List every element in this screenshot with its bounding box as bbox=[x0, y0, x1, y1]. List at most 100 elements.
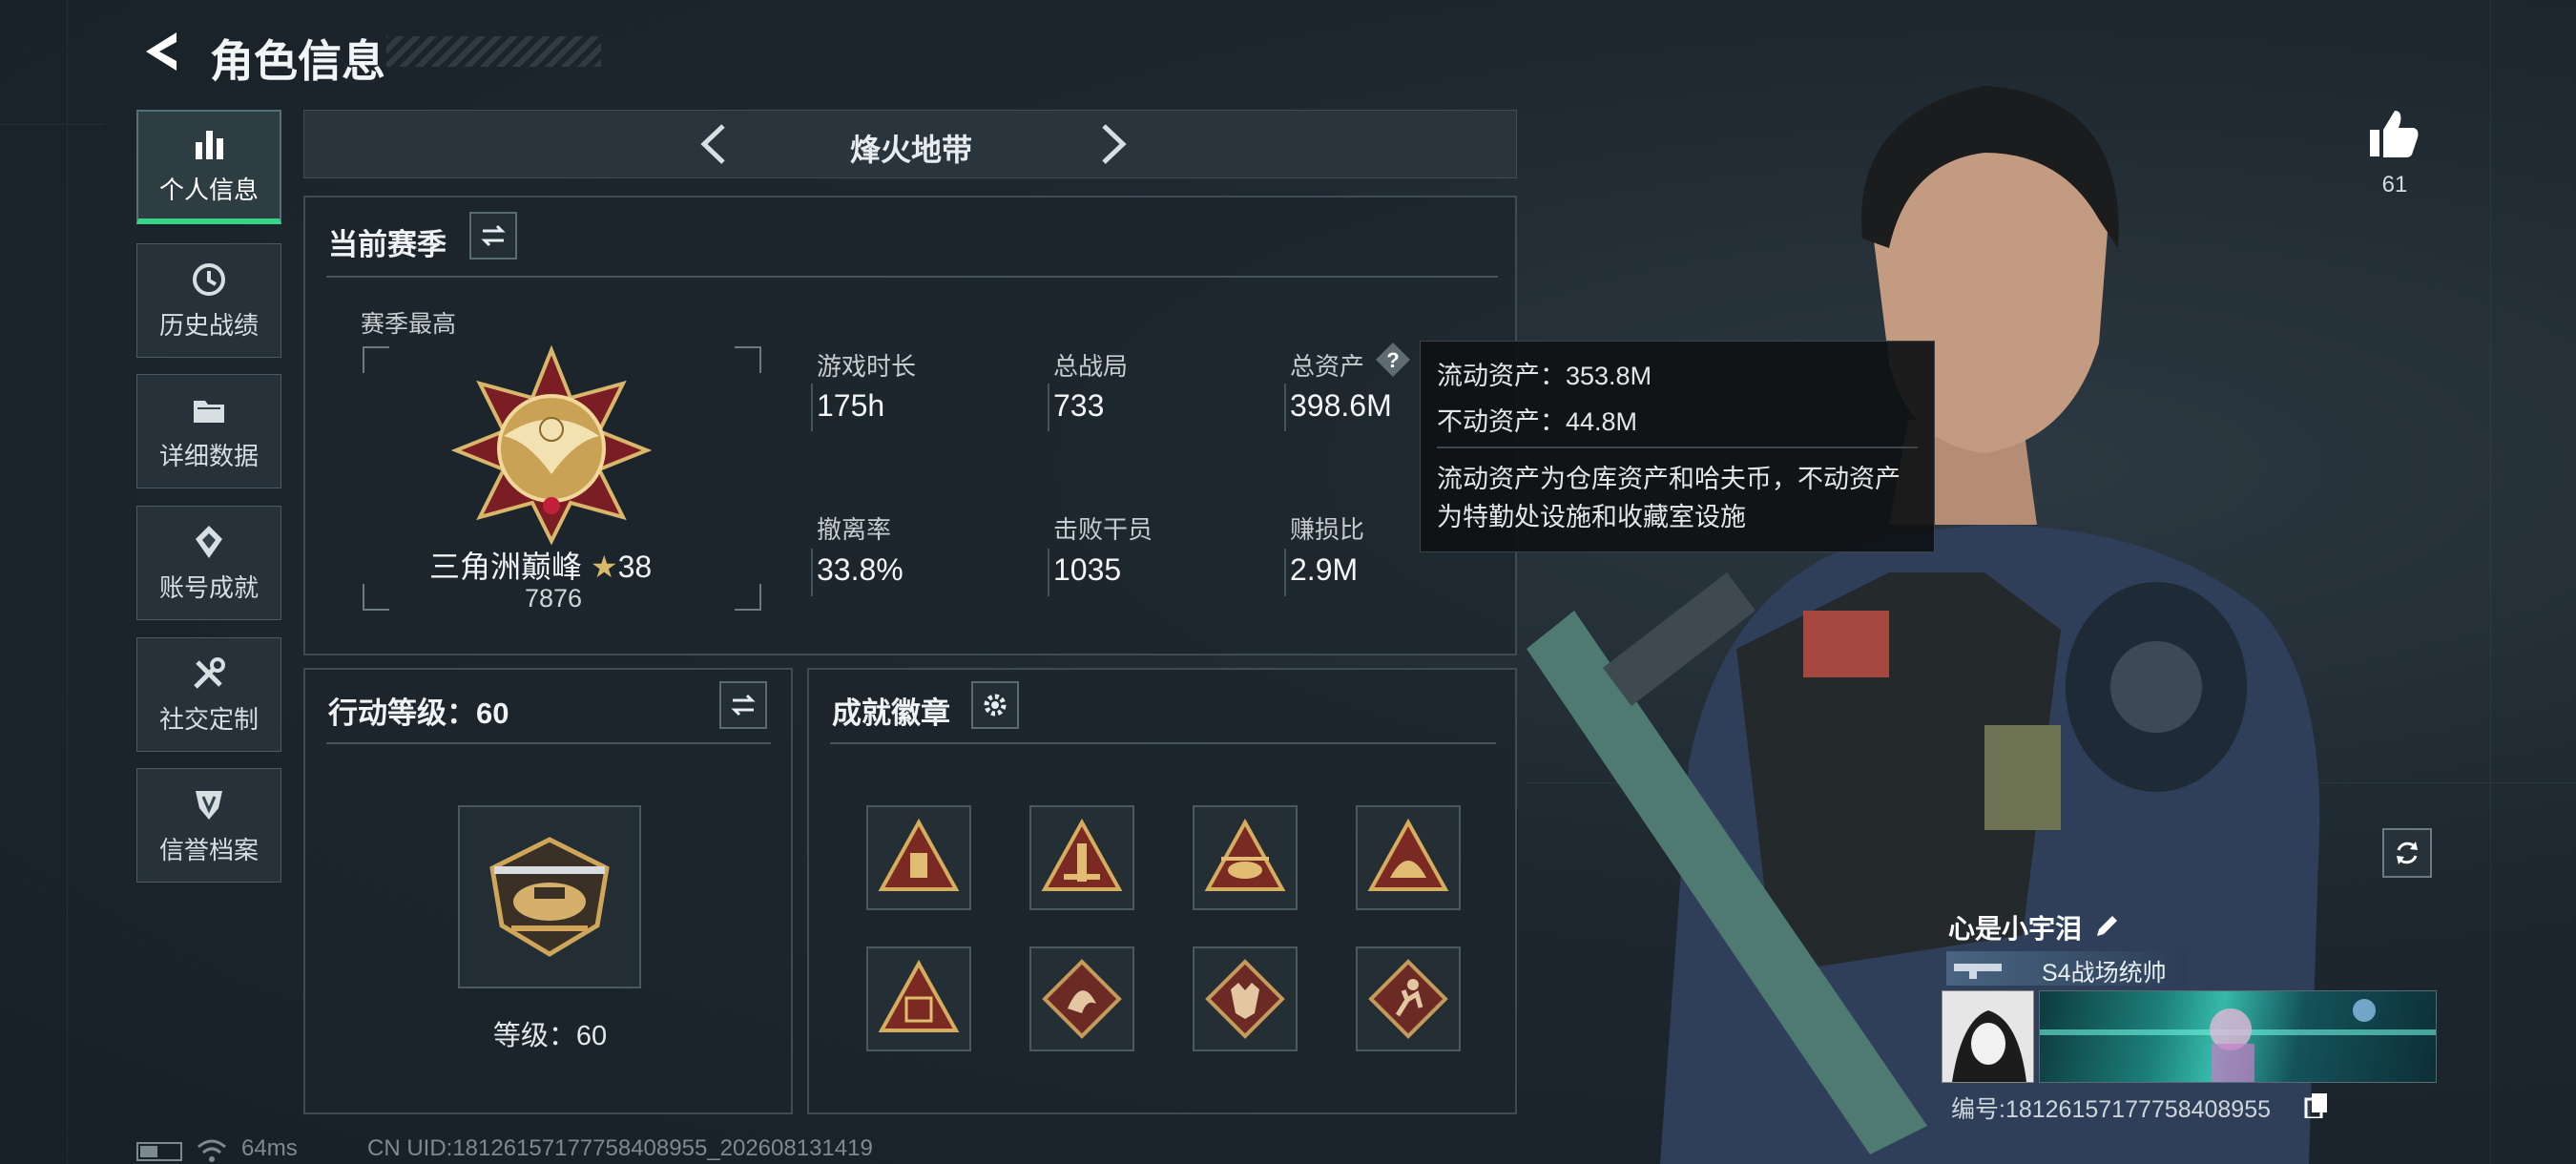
stat-label: 总资产 bbox=[1290, 352, 1365, 381]
swap-icon bbox=[481, 224, 506, 247]
frame-corner bbox=[735, 346, 761, 373]
stat-value: 33.8% bbox=[817, 552, 904, 587]
achievement-badge[interactable] bbox=[1356, 805, 1461, 910]
rank-score: 7876 bbox=[524, 584, 583, 613]
rank-stars: 38 bbox=[617, 550, 653, 584]
tools-icon bbox=[194, 656, 225, 689]
avatar[interactable] bbox=[1942, 990, 2034, 1083]
bar-chart-icon bbox=[196, 130, 223, 159]
thumbs-up-icon bbox=[2370, 111, 2419, 157]
tooltip-fixed-assets: 不动资产：44.8M bbox=[1437, 407, 1638, 436]
swap-icon bbox=[731, 694, 756, 717]
folder-icon bbox=[194, 400, 224, 423]
achievement-badge[interactable] bbox=[1029, 805, 1134, 910]
like-button[interactable] bbox=[2364, 105, 2421, 162]
stat-value: 2.9M bbox=[1290, 552, 1359, 587]
switch-season-button[interactable] bbox=[469, 212, 517, 260]
divider bbox=[1284, 384, 1286, 431]
copy-id-button[interactable] bbox=[2304, 1091, 2329, 1120]
rank-emblem-icon bbox=[450, 345, 653, 546]
rifle-icon bbox=[1954, 964, 2002, 979]
sidebar-item-label: 信誉档案 bbox=[158, 835, 259, 864]
sidebar-item-detailed-data[interactable]: 详细数据 bbox=[136, 374, 281, 488]
decor-line bbox=[0, 124, 105, 125]
refresh-button[interactable] bbox=[2382, 828, 2432, 878]
question-icon: ? bbox=[1376, 343, 1410, 377]
achievement-badge[interactable] bbox=[1356, 946, 1461, 1051]
avatar-image bbox=[1942, 991, 2033, 1082]
helicopter-emblem-icon bbox=[489, 837, 610, 957]
wifi-icon bbox=[197, 1139, 226, 1162]
achievement-badge[interactable] bbox=[1029, 946, 1134, 1051]
divider bbox=[1048, 549, 1049, 596]
profile-banner[interactable] bbox=[2039, 990, 2437, 1083]
back-button[interactable] bbox=[138, 29, 184, 74]
achievements-panel: 成就徽章 bbox=[807, 668, 1517, 1114]
achievement-badge[interactable] bbox=[1193, 805, 1298, 910]
season-title: 当前赛季 bbox=[328, 228, 447, 261]
stat-label: 赚损比 bbox=[1290, 515, 1365, 544]
stat-value: 733 bbox=[1053, 388, 1105, 423]
achievement-badge[interactable] bbox=[866, 946, 971, 1051]
rank-name: 三角洲巅峰 bbox=[429, 550, 583, 584]
stat-label: 总战局 bbox=[1053, 352, 1129, 381]
star-icon: ★ bbox=[590, 550, 618, 584]
badge-weapon-icon bbox=[1041, 818, 1123, 891]
stat-label: 击败干员 bbox=[1053, 515, 1153, 544]
page-title: 角色信息 bbox=[210, 36, 385, 86]
badge-runner-icon bbox=[1368, 959, 1448, 1039]
achievement-badge[interactable] bbox=[1193, 946, 1298, 1051]
sidebar-item-history[interactable]: 历史战绩 bbox=[136, 243, 281, 358]
action-level-panel: 行动等级：60 等级：60 bbox=[303, 668, 793, 1114]
frame-corner bbox=[363, 346, 389, 373]
sidebar-item-personal-info[interactable]: 个人信息 bbox=[136, 110, 281, 224]
tooltip-description: 流动资产为仓库资产和哈夫币，不动资产 bbox=[1437, 465, 1901, 493]
achievement-badge[interactable] bbox=[866, 805, 971, 910]
help-button[interactable]: ? bbox=[1374, 341, 1412, 379]
back-arrow-icon bbox=[146, 32, 177, 71]
sidebar-item-label: 详细数据 bbox=[158, 441, 259, 470]
rank-line: 三角洲巅峰 ★38 bbox=[429, 543, 652, 587]
sidebar-item-credit[interactable]: 信誉档案 bbox=[136, 768, 281, 883]
stat-label: 撤离率 bbox=[817, 515, 892, 544]
divider bbox=[1437, 447, 1918, 448]
frame-corner bbox=[363, 584, 389, 611]
stat-value: 175h bbox=[817, 388, 885, 423]
decor-line bbox=[67, 0, 68, 1164]
banner-art bbox=[2040, 999, 2436, 1082]
frame-corner bbox=[735, 584, 761, 611]
badge-helmet-icon bbox=[1367, 818, 1449, 891]
badge-supply-icon bbox=[878, 818, 960, 891]
level-text: 等级：60 bbox=[492, 1021, 608, 1051]
divider bbox=[326, 276, 1498, 278]
copy-icon bbox=[2304, 1093, 2327, 1120]
level-emblem bbox=[458, 805, 641, 988]
badge-s8-icon bbox=[878, 959, 960, 1032]
title-decoration bbox=[386, 36, 601, 67]
badge-dragon-icon bbox=[1042, 959, 1122, 1039]
achievements-title: 成就徽章 bbox=[832, 696, 950, 730]
sidebar-item-label: 社交定制 bbox=[158, 704, 259, 734]
badge-wolf-icon bbox=[1205, 959, 1285, 1039]
stat-value: 398.6M bbox=[1290, 388, 1392, 423]
badge-settings-button[interactable] bbox=[971, 681, 1019, 729]
refresh-icon bbox=[2397, 842, 2418, 864]
divider bbox=[811, 384, 813, 431]
assets-tooltip: 流动资产：353.8M 不动资产：44.8M 流动资产为仓库资产和哈夫币，不动资… bbox=[1420, 341, 1935, 552]
switch-level-button[interactable] bbox=[719, 681, 767, 729]
divider bbox=[1048, 384, 1049, 431]
edit-name-button[interactable] bbox=[2093, 911, 2122, 940]
like-count: 61 bbox=[2381, 172, 2408, 197]
player-id: 编号:18126157177758408955 bbox=[1951, 1096, 2272, 1123]
next-mode-button[interactable] bbox=[1089, 120, 1136, 168]
svg-text:?: ? bbox=[1386, 348, 1399, 372]
sidebar-item-social[interactable]: 社交定制 bbox=[136, 637, 281, 752]
season-panel: 当前赛季 赛季最高 三角洲巅峰 ★38 7876 游戏时长 175h 总战局 7… bbox=[303, 196, 1517, 655]
stat-label: 游戏时长 bbox=[817, 352, 917, 381]
stat-value: 1035 bbox=[1053, 552, 1122, 587]
credit-shield-icon bbox=[196, 790, 222, 820]
sidebar-item-achievements[interactable]: 账号成就 bbox=[136, 506, 281, 620]
divider bbox=[811, 549, 813, 596]
sidebar-item-label: 个人信息 bbox=[158, 175, 259, 204]
mode-name: 烽火地带 bbox=[849, 133, 972, 167]
